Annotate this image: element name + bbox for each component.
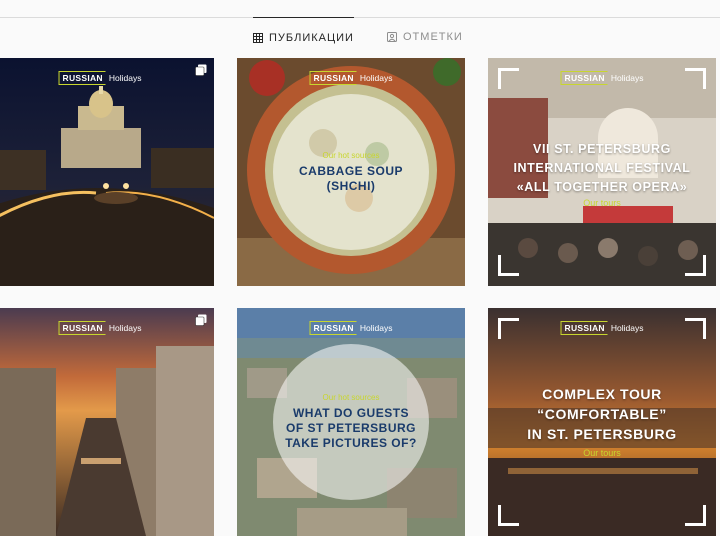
post-tile-opera-festival[interactable]: RUSSIAN Holidays VII ST. PETERSBURG INTER… xyxy=(488,58,716,286)
post-tile-cabbage-soup[interactable]: RUSSIAN Holidays Our hot sources CABBAGE … xyxy=(237,58,465,286)
brand-mark: RUSSIAN xyxy=(560,71,608,85)
post-title: COMPLEX TOUR “COMFORTABLE” IN ST. PETERS… xyxy=(488,384,716,444)
frame-corner xyxy=(685,68,706,89)
brand-mark: RUSSIAN xyxy=(58,321,106,335)
brand-rest: Holidays xyxy=(108,73,142,83)
brand-rest: Holidays xyxy=(359,73,393,83)
caption-line: TAKE PICTURES OF? xyxy=(285,436,417,450)
frame-corner xyxy=(498,318,519,339)
brand-mark: RUSSIAN xyxy=(58,71,106,85)
tab-posts[interactable]: ПУБЛИКАЦИИ xyxy=(253,17,354,58)
tab-tagged[interactable]: ОТМЕТКИ xyxy=(387,17,463,57)
title-line: «ALL TOGETHER OPERA» xyxy=(516,180,688,194)
caption-line: CABBAGE SOUP xyxy=(298,163,403,178)
caption-line: (SHCHI) xyxy=(326,178,376,193)
carousel-icon xyxy=(195,314,207,326)
frame-corner xyxy=(498,68,519,89)
sunset-canal-image xyxy=(0,308,214,536)
post-sub: Our tours xyxy=(583,448,621,458)
post-sub: Our tours xyxy=(583,198,621,208)
caption-circle: Our hot sources WHAT DO GUESTS OF ST PET… xyxy=(273,344,429,500)
frame-corner xyxy=(685,318,706,339)
tab-tagged-label: ОТМЕТКИ xyxy=(403,31,463,43)
post-tile-sunset-canal[interactable]: RUSSIAN Holidays xyxy=(0,308,214,536)
brand-logo: RUSSIAN Holidays xyxy=(560,321,644,335)
tab-posts-label: ПУБЛИКАЦИИ xyxy=(269,32,354,44)
title-line: “COMFORTABLE” xyxy=(537,406,667,422)
caption-sub: Our hot sources xyxy=(322,393,380,402)
post-tile-guests-photos[interactable]: RUSSIAN Holidays Our hot sources WHAT DO … xyxy=(237,308,465,536)
frame-corner xyxy=(685,505,706,526)
tagged-icon xyxy=(387,32,397,42)
caption-sub: Our hot sources xyxy=(322,150,380,160)
brand-mark: RUSSIAN xyxy=(309,71,357,85)
brand-logo: RUSSIAN Holidays xyxy=(58,321,142,335)
brand-rest: Holidays xyxy=(108,323,142,333)
grid-icon xyxy=(253,33,263,43)
brand-logo: RUSSIAN Holidays xyxy=(560,71,644,85)
title-line: COMPLEX TOUR xyxy=(542,386,662,402)
brand-rest: Holidays xyxy=(359,323,393,333)
title-line: VII ST. PETERSBURG xyxy=(533,142,671,156)
caption-title: WHAT DO GUESTS OF ST PETERSBURG TAKE PIC… xyxy=(285,406,417,451)
brand-logo: RUSSIAN Holidays xyxy=(58,71,142,85)
brand-mark: RUSSIAN xyxy=(560,321,608,335)
brand-rest: Holidays xyxy=(610,323,644,333)
brand-logo: RUSSIAN Holidays xyxy=(309,71,393,85)
brand-logo: RUSSIAN Holidays xyxy=(309,321,393,335)
frame-corner xyxy=(498,255,519,276)
post-tile-night-square[interactable]: RUSSIAN Holidays xyxy=(0,58,214,286)
night-city-image xyxy=(0,58,214,286)
frame-corner xyxy=(498,505,519,526)
post-title: VII ST. PETERSBURG INTERNATIONAL FESTIVA… xyxy=(488,140,716,197)
carousel-icon xyxy=(195,64,207,76)
caption-circle: Our hot sources CABBAGE SOUP (SHCHI) xyxy=(273,94,429,250)
profile-tabs: ПУБЛИКАЦИИ ОТМЕТКИ xyxy=(0,0,720,57)
caption-title: CABBAGE SOUP (SHCHI) xyxy=(299,164,403,194)
post-tile-complex-tour[interactable]: RUSSIAN Holidays COMPLEX TOUR “COMFORTABL… xyxy=(488,308,716,536)
title-line: IN ST. PETERSBURG xyxy=(527,426,677,442)
frame-corner xyxy=(685,255,706,276)
caption-line: WHAT DO GUESTS xyxy=(292,406,410,420)
title-line: INTERNATIONAL FESTIVAL xyxy=(513,161,691,175)
caption-line: OF ST PETERSBURG xyxy=(285,421,416,435)
tabs-divider xyxy=(0,17,720,18)
brand-mark: RUSSIAN xyxy=(309,321,357,335)
brand-rest: Holidays xyxy=(610,73,644,83)
